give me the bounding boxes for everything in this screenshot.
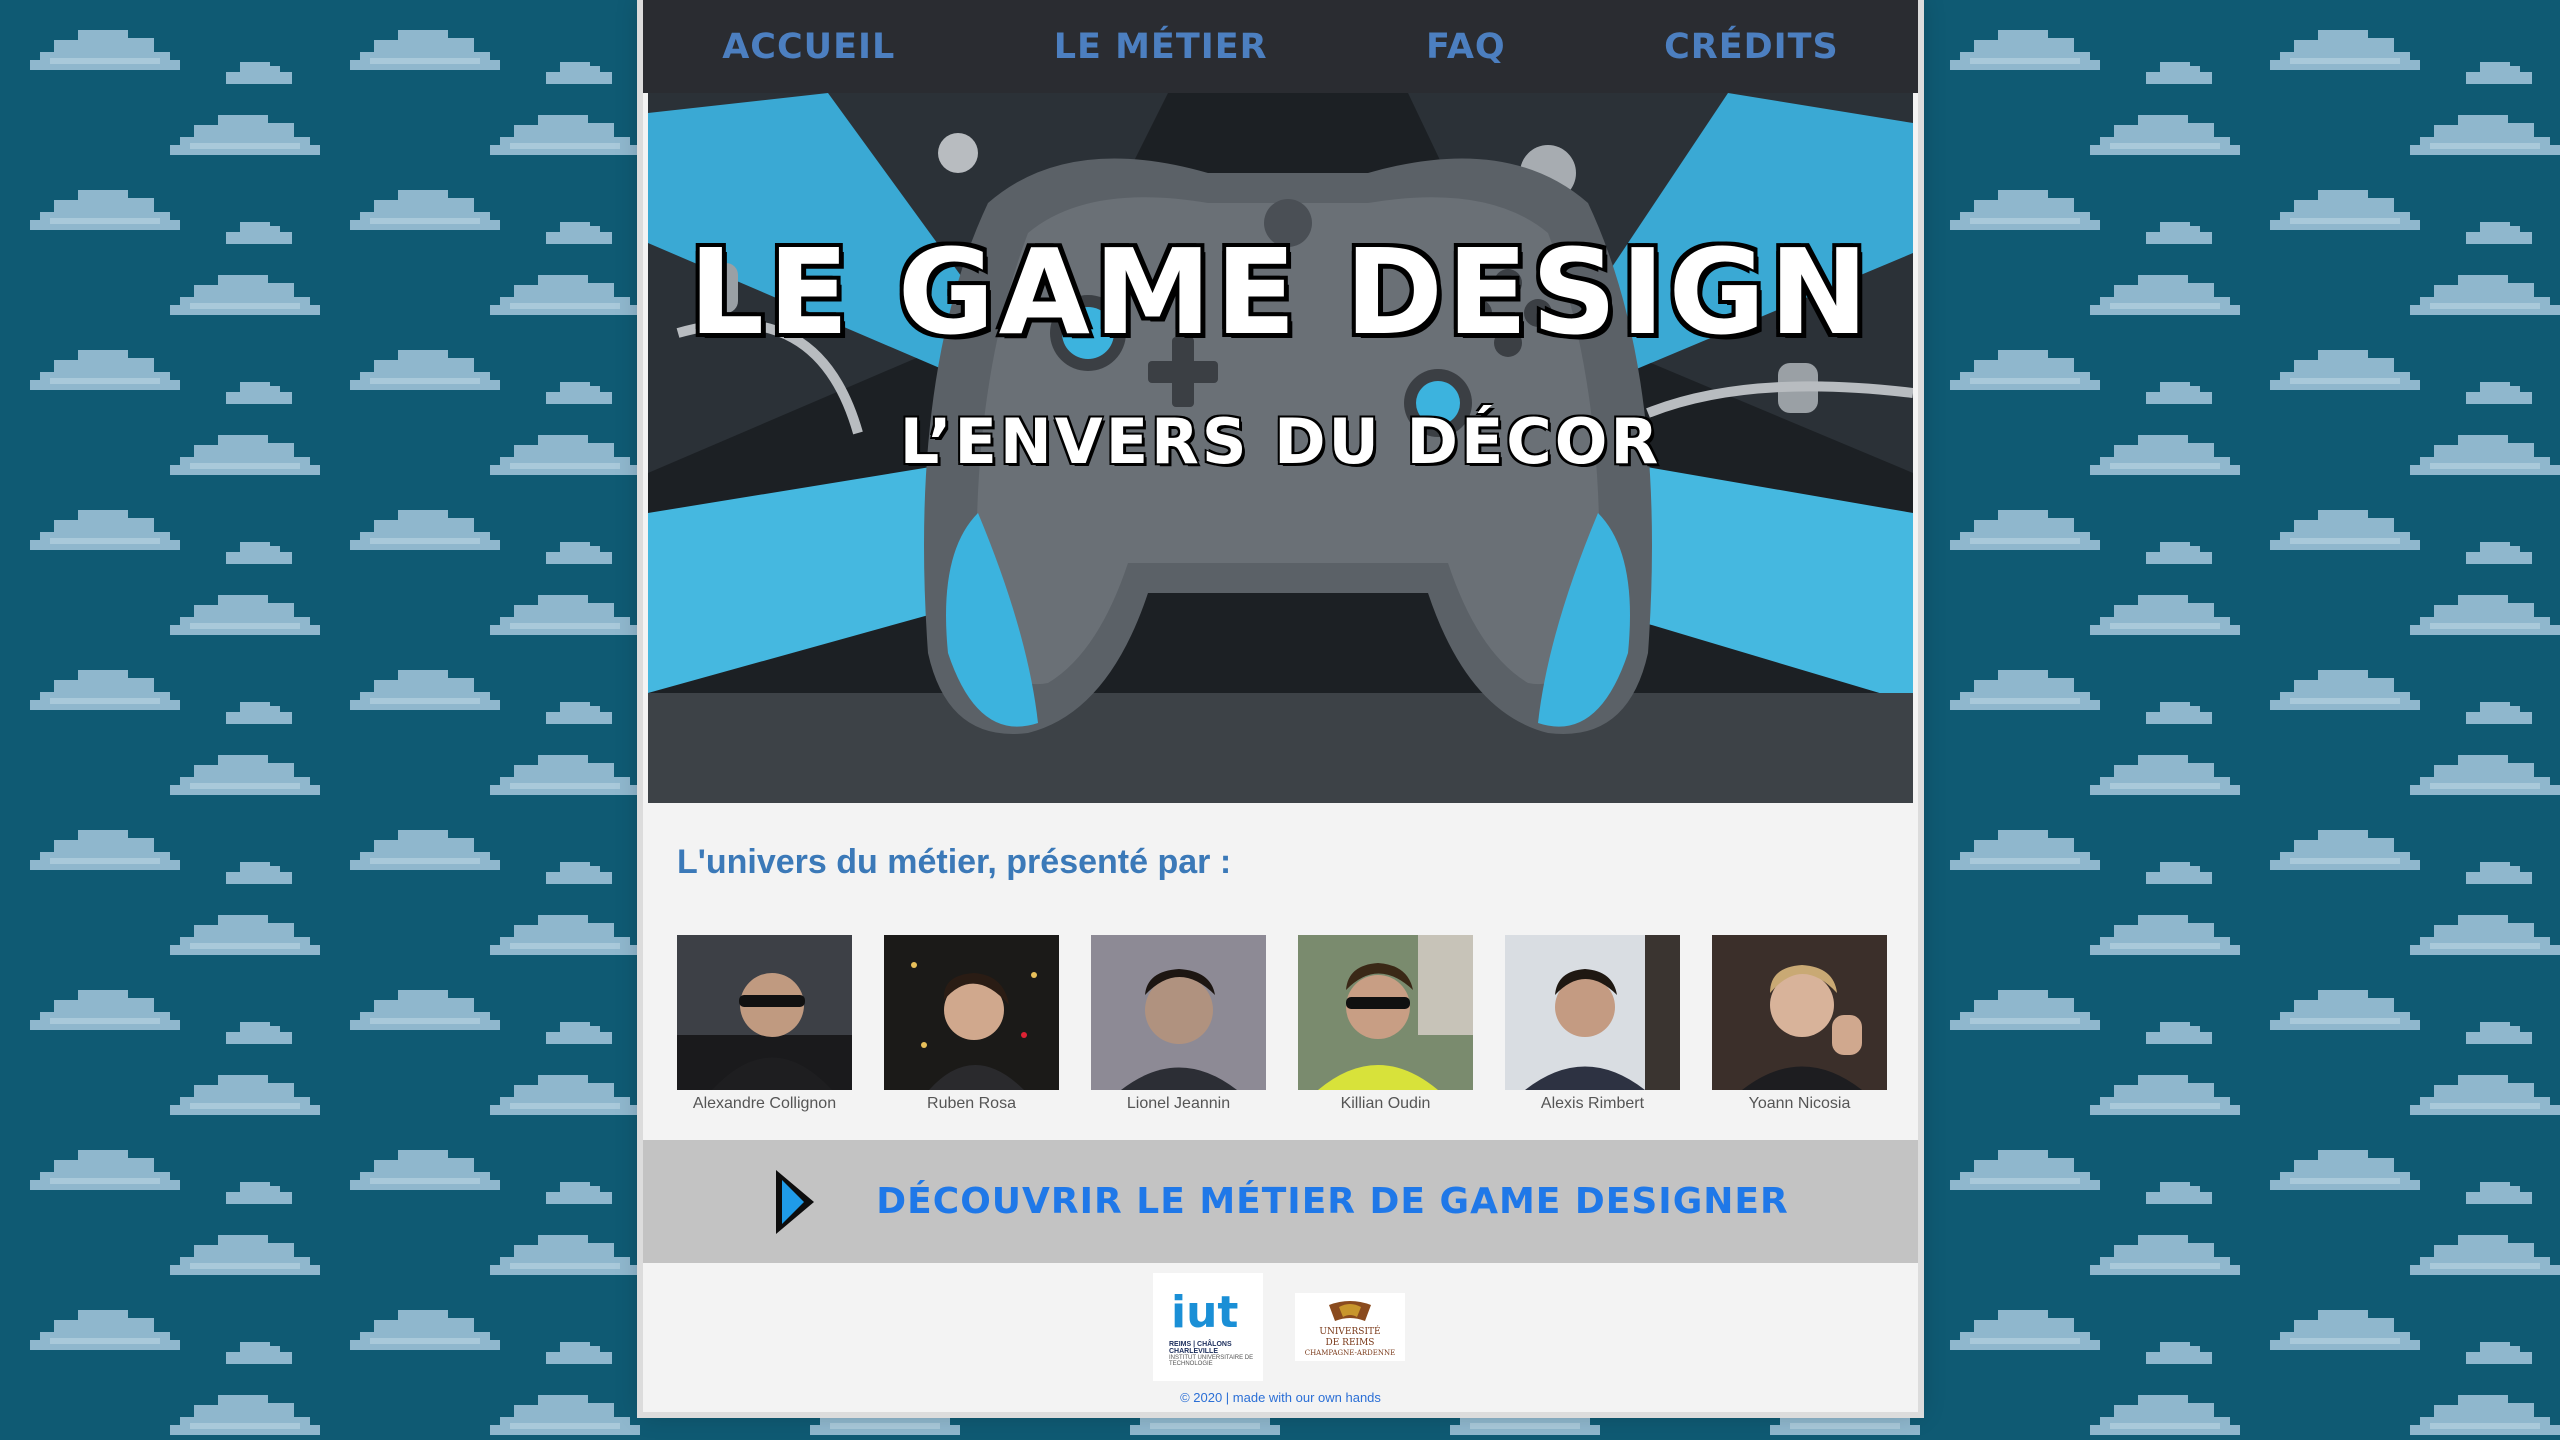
team-list: Alexandre Collignon Ruben Rosa Lionel Je… <box>677 935 1887 1113</box>
member-photo <box>1298 935 1473 1090</box>
team-member: Lionel Jeannin <box>1091 935 1266 1113</box>
member-photo <box>884 935 1059 1090</box>
nav-item-faq[interactable]: FAQ <box>1426 27 1506 67</box>
university-logo-line-3: CHAMPAGNE-ARDENNE <box>1304 1349 1396 1357</box>
team-member: Yoann Nicosia <box>1712 935 1887 1113</box>
nav-item-accueil[interactable]: Accueil <box>722 27 895 67</box>
university-emblem-icon <box>1329 1301 1371 1321</box>
hero-title: Le game design <box>688 223 1873 361</box>
member-photo <box>1091 935 1266 1090</box>
university-logo-line-1: UNIVERSITÉ <box>1319 1327 1381 1337</box>
member-photo <box>1712 935 1887 1090</box>
member-name: Alexis Rimbert <box>1540 1095 1645 1112</box>
member-photo <box>677 935 852 1090</box>
nav-item-credits[interactable]: Crédits <box>1664 27 1839 67</box>
discover-profession-button[interactable]: Découvrir le métier de game designer <box>643 1140 1918 1263</box>
team-member: Alexandre Collignon <box>677 935 852 1113</box>
play-arrow-icon <box>776 1169 815 1234</box>
member-name: Killian Oudin <box>1340 1095 1431 1112</box>
member-name: Yoann Nicosia <box>1748 1095 1851 1112</box>
iut-logo-subtitle: REIMS | CHÂLONS CHARLEVILLE <box>1169 1341 1232 1355</box>
hero-subtitle: L’envers du décor <box>899 405 1662 478</box>
main-page: Accueil Le métier FAQ Crédits <box>643 0 1918 1412</box>
iut-logo-text: iut <box>1171 1287 1239 1338</box>
iut-logo-caption: INSTITUT UNIVERSITAIRE DE TECHNOLOGIE <box>1169 1355 1254 1367</box>
member-name: Ruben Rosa <box>927 1095 1016 1112</box>
university-logo: UNIVERSITÉ DE REIMS CHAMPAGNE-ARDENNE <box>1295 1293 1405 1361</box>
university-logo-line-2: DE REIMS <box>1325 1338 1375 1348</box>
member-name: Lionel Jeannin <box>1126 1095 1231 1112</box>
discover-profession-label: Découvrir le métier de game designer <box>876 1181 1789 1222</box>
hero-banner: Le game design L’envers du décor <box>648 93 1913 803</box>
presenters-heading: L'univers du métier, présenté par : <box>677 843 1232 881</box>
footer-text: © 2020 | made with our own hands <box>1180 1390 1381 1405</box>
team-member: Killian Oudin <box>1298 935 1473 1113</box>
member-photo <box>1505 935 1680 1090</box>
iut-logo: iut REIMS | CHÂLONS CHARLEVILLE INSTITUT… <box>1153 1273 1263 1381</box>
team-member: Ruben Rosa <box>884 935 1059 1113</box>
team-member: Alexis Rimbert <box>1505 935 1680 1113</box>
nav-item-le-metier[interactable]: Le métier <box>1054 27 1268 67</box>
top-nav: Accueil Le métier FAQ Crédits <box>643 0 1918 93</box>
member-name: Alexandre Collignon <box>692 1095 837 1112</box>
partner-logos: iut REIMS | CHÂLONS CHARLEVILLE INSTITUT… <box>1153 1273 1405 1381</box>
